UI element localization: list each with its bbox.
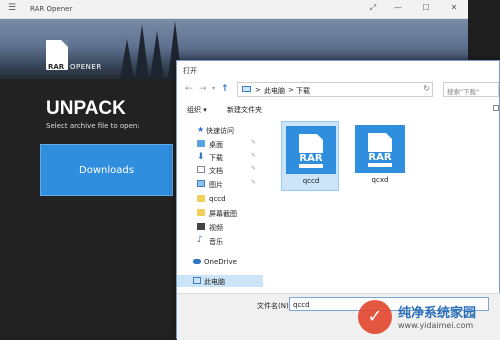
refresh-icon[interactable]: ↻	[423, 84, 430, 93]
address-bar[interactable]: > 此电脑 > 下载 ↻	[237, 82, 433, 97]
pin-icon: ✎	[251, 139, 257, 146]
sidebar-item-documents[interactable]: 文档 ✎	[177, 164, 263, 176]
download-arrow-icon: ⬇	[197, 152, 205, 162]
up-arrow-icon[interactable]: ↑	[221, 83, 229, 95]
sidebar-item-pictures[interactable]: 图片 ✎	[177, 178, 263, 190]
folder-icon	[197, 195, 205, 202]
sidebar-item-this-pc[interactable]: 此电脑	[177, 275, 263, 287]
computer-icon	[242, 86, 251, 92]
sidebar-item-quick-access[interactable]: ★ 快速访问	[177, 124, 263, 136]
view-options-icon[interactable]	[493, 105, 499, 111]
file-item[interactable]: RAR qcxd	[351, 121, 409, 191]
page-heading: UNPACK	[46, 98, 126, 119]
pin-icon: ✎	[251, 152, 257, 159]
hamburger-menu-icon[interactable]: ☰	[8, 4, 16, 13]
toolbar: 组织 ▾ 新建文件夹	[177, 103, 500, 117]
folder-icon	[197, 209, 205, 216]
music-note-icon: ♪	[197, 235, 203, 245]
pin-icon: ✎	[251, 165, 257, 172]
rar-file-icon: RAR	[355, 125, 405, 173]
document-icon	[197, 166, 205, 173]
instruction-text: Select archive file to open:	[46, 122, 140, 130]
watermark-logo-icon: ✓	[358, 300, 392, 334]
new-folder-button[interactable]: 新建文件夹	[227, 105, 262, 115]
address-separator: >	[288, 86, 294, 94]
sidebar-item-onedrive[interactable]: OneDrive	[177, 256, 263, 268]
file-name: qcxd	[371, 176, 389, 184]
computer-icon	[193, 277, 201, 284]
address-separator: >	[255, 86, 261, 94]
sidebar-item-desktop[interactable]: 桌面 ✎	[177, 138, 263, 150]
file-list: RAR qccd RAR qcxd	[275, 121, 500, 293]
forward-arrow-icon[interactable]: →	[199, 83, 207, 95]
video-icon	[197, 223, 205, 230]
maximize-button[interactable]: ☐	[419, 3, 433, 12]
desktop-icon	[197, 140, 205, 147]
title-bar: ☰ RAR Opener ⤢ — ☐ ✕	[0, 0, 468, 19]
dialog-title: 打开	[183, 67, 197, 75]
back-arrow-icon[interactable]: ←	[185, 83, 193, 95]
logo-opener-text: OPENER	[70, 63, 102, 71]
open-file-dialog: 打开 ← → ▾ ↑ > 此电脑 > 下载 ↻ 搜索"下载" 组织 ▾ 新建文件…	[176, 60, 500, 340]
downloads-button[interactable]: Downloads	[40, 144, 173, 196]
file-name: qccd	[302, 177, 320, 185]
close-button[interactable]: ✕	[447, 3, 461, 12]
rar-file-icon: RAR	[286, 126, 336, 174]
star-icon: ★	[197, 125, 205, 134]
sidebar-item-music[interactable]: ♪ 音乐	[177, 235, 263, 247]
minimize-button[interactable]: —	[391, 3, 405, 12]
app-title: RAR Opener	[30, 5, 73, 13]
sidebar-item-screenshots[interactable]: 屏幕截图	[177, 207, 263, 219]
pin-icon: ✎	[251, 179, 257, 186]
cloud-icon	[193, 259, 201, 264]
navigation-pane: ★ 快速访问 桌面 ✎ ⬇ 下载 ✎ 文档 ✎ 图片 ✎ qccd 屏幕截图 视…	[177, 121, 263, 293]
search-input[interactable]: 搜索"下载"	[443, 82, 499, 97]
watermark-text: 纯净系统家园	[398, 306, 477, 321]
picture-icon	[197, 180, 205, 187]
logo-rar-text: RAR	[48, 63, 65, 71]
navigation-bar: ← → ▾ ↑ > 此电脑 > 下载 ↻ 搜索"下载"	[177, 81, 500, 99]
organize-button[interactable]: 组织 ▾	[187, 105, 207, 115]
sidebar-item-downloads[interactable]: ⬇ 下载 ✎	[177, 151, 263, 163]
fullscreen-icon[interactable]: ⤢	[366, 3, 380, 13]
recent-dropdown-icon[interactable]: ▾	[212, 83, 215, 95]
sidebar-item-videos[interactable]: 视频	[177, 221, 263, 233]
address-segment-pc[interactable]: 此电脑	[264, 86, 285, 96]
address-segment-downloads[interactable]: 下载	[296, 86, 310, 96]
sidebar-item-qccd[interactable]: qccd	[177, 193, 263, 205]
file-item[interactable]: RAR qccd	[281, 121, 339, 191]
filename-label: 文件名(N):	[257, 302, 292, 310]
watermark-url: www.yidaimei.com	[398, 321, 474, 330]
